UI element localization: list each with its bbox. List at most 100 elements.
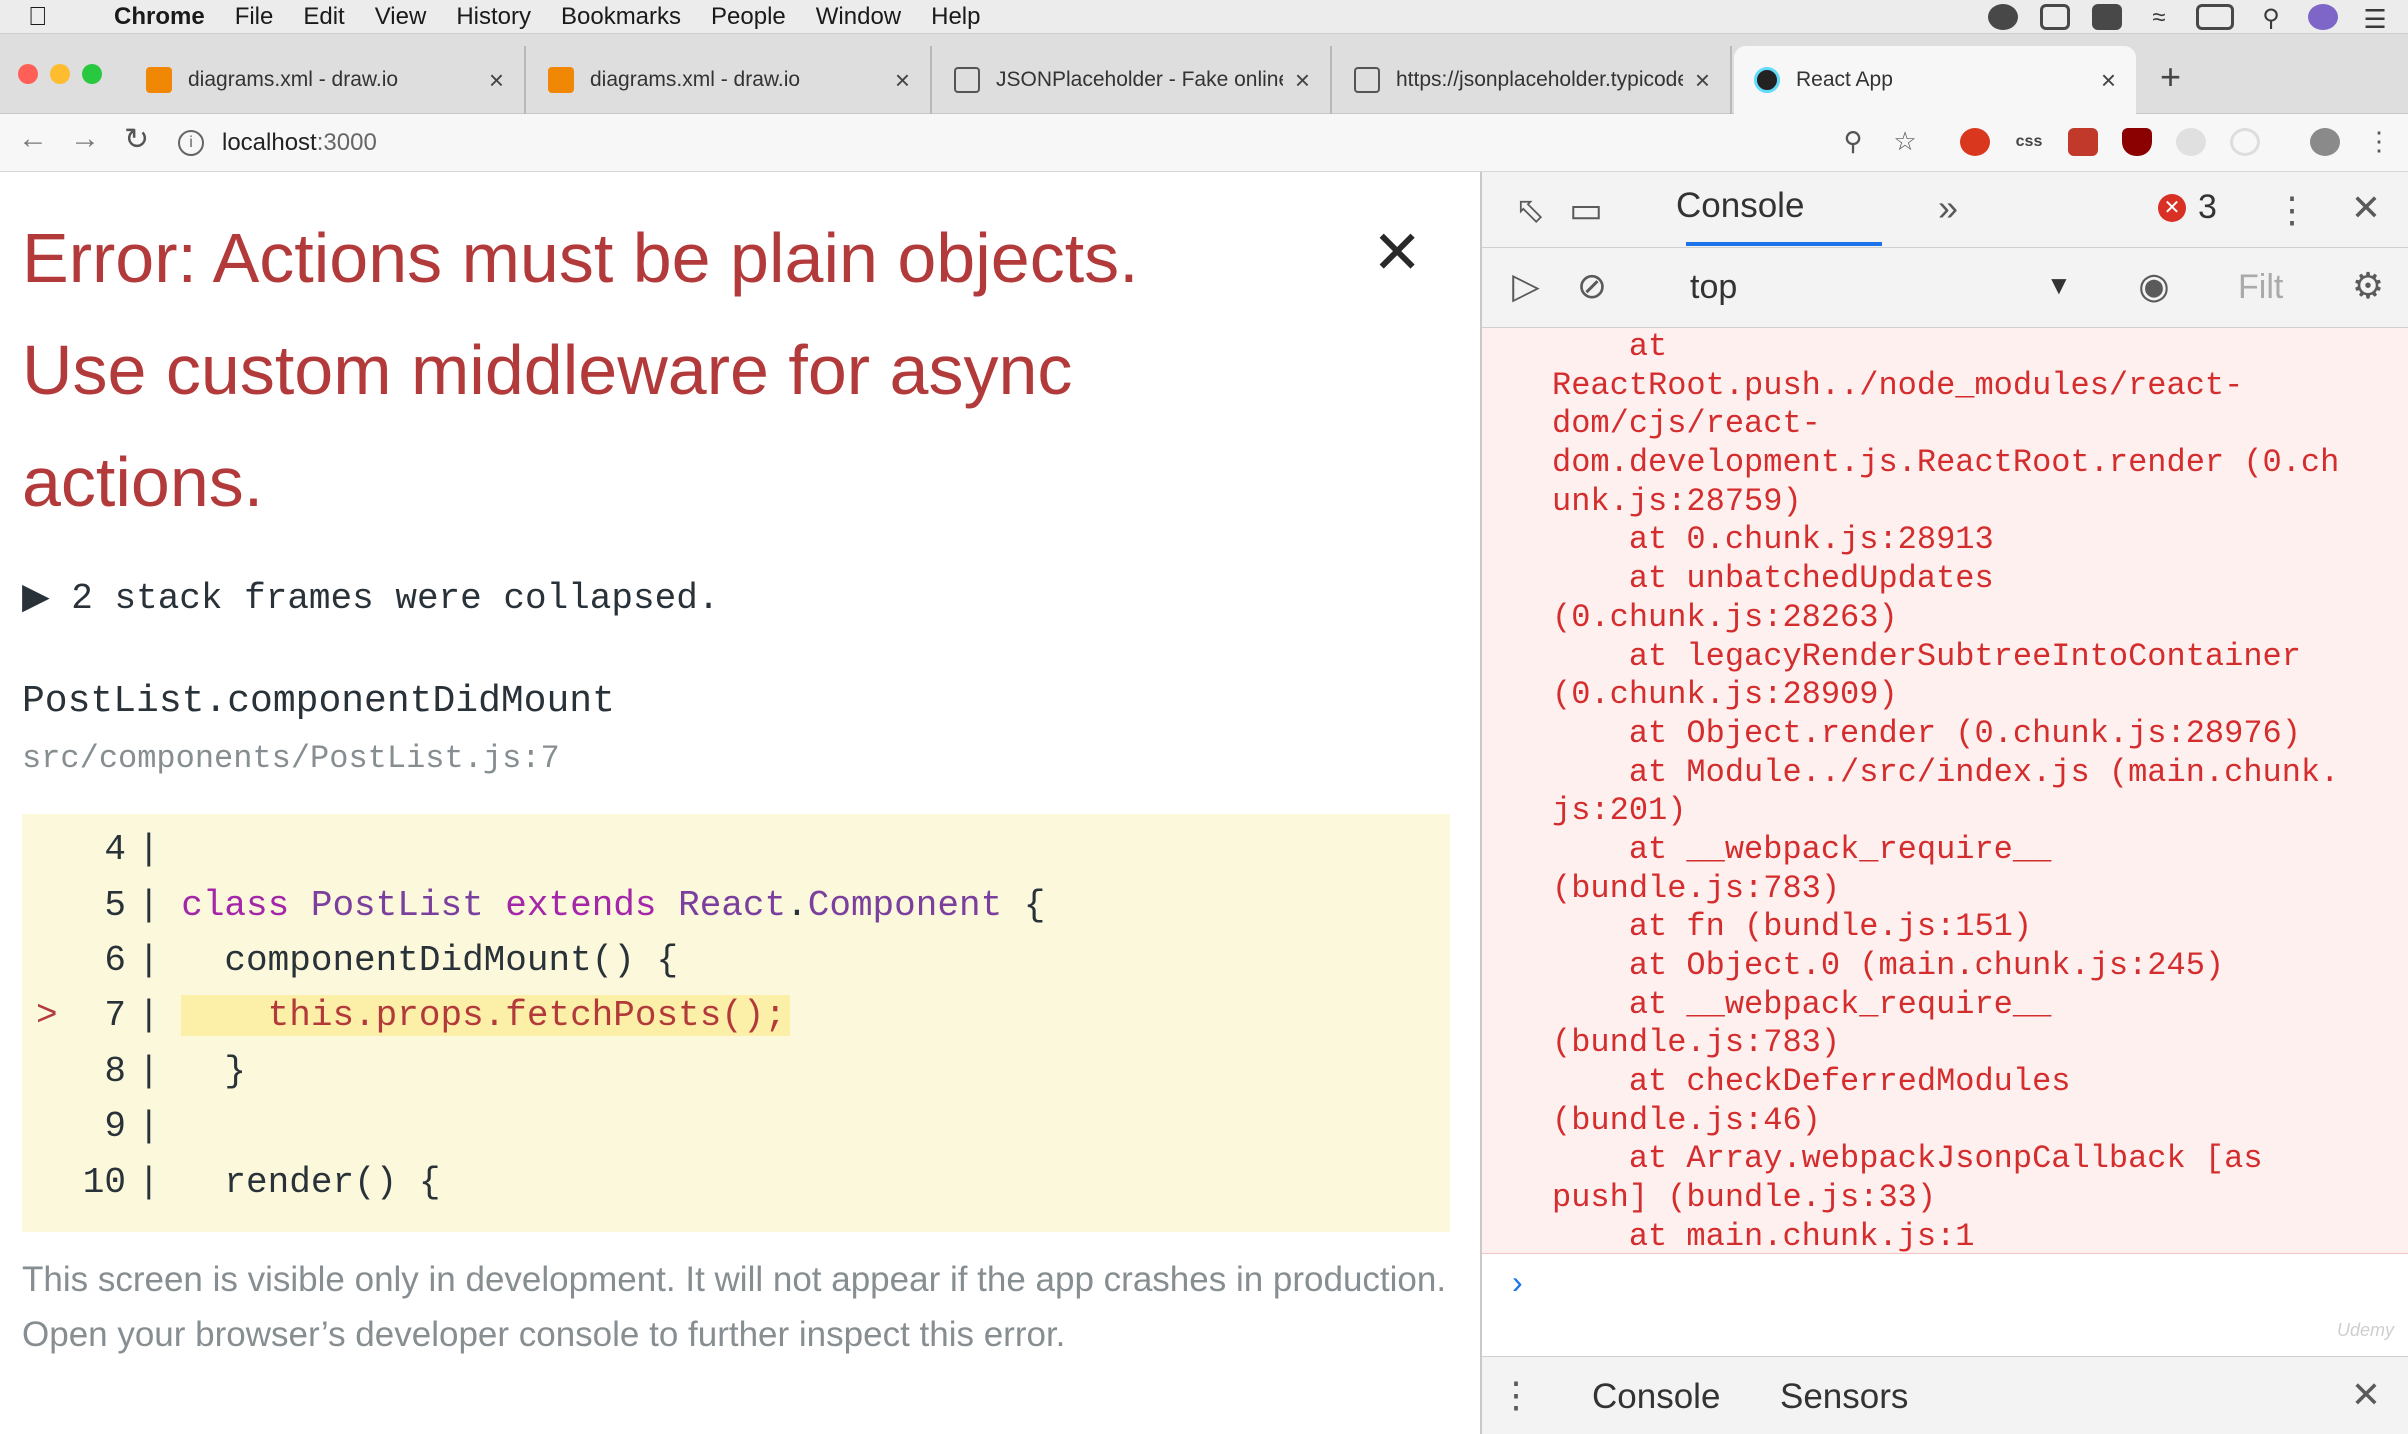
menu-window[interactable]: Window [816, 3, 901, 31]
tab-console[interactable]: Console [1676, 186, 1804, 226]
line-number: 8 [104, 1050, 126, 1092]
line-source: } [181, 1050, 247, 1092]
chrome-menu-icon[interactable]: ⋮ [2364, 126, 2394, 158]
wifi-icon[interactable]: ≈ [2144, 4, 2174, 31]
stack-line: at Array.webpackJsonpCallback [as [1552, 1140, 2263, 1178]
close-tab-icon[interactable]: × [1695, 65, 1710, 96]
close-tab-icon[interactable]: × [1295, 65, 1310, 96]
device-toolbar-icon[interactable]: ▭ [1564, 188, 1608, 232]
minimize-window-icon[interactable] [50, 64, 70, 84]
line-source: componentDidMount() { [181, 939, 679, 981]
code-line: 6 | componentDidMount() { [22, 933, 1450, 988]
stack-line: at main.chunk.js:1 [1552, 1217, 1975, 1254]
zoom-icon[interactable]: ⚲ [1838, 126, 1868, 158]
tab-title: React App [1796, 68, 1893, 91]
code-snippet: 4 | 5 | class PostList extends React.Compo… [22, 814, 1450, 1232]
close-tab-icon[interactable]: × [895, 65, 910, 96]
inspect-element-icon[interactable]: ⬁ [1508, 188, 1552, 232]
close-devtools-icon[interactable]: ✕ [2344, 186, 2388, 230]
more-tabs-icon[interactable]: » [1926, 186, 1970, 230]
siri-icon[interactable] [2308, 4, 2338, 30]
stack-file-link[interactable]: src/components/PostList.js:7 [22, 740, 560, 777]
stack-line: (0.chunk.js:28909) [1552, 676, 1898, 714]
menu-people[interactable]: People [711, 3, 786, 31]
context-selector[interactable]: top [1690, 268, 1737, 307]
spotlight-search-icon[interactable]: ⚲ [2256, 4, 2286, 32]
line-separator: | [138, 939, 182, 981]
menu-app-chrome[interactable]: Chrome [114, 3, 205, 31]
extension-icon[interactable] [2068, 128, 2098, 156]
live-expression-eye-icon[interactable]: ◉ [2132, 264, 2176, 308]
apple-icon[interactable]:  [28, 1, 70, 32]
react-icon [1754, 67, 1780, 93]
menu-view[interactable]: View [375, 3, 427, 31]
stack-line: (bundle.js:783) [1552, 869, 1841, 907]
clear-console-icon[interactable]: ⊘ [1570, 264, 1614, 308]
close-window-icon[interactable] [18, 64, 38, 84]
extension-icon[interactable] [2230, 128, 2260, 156]
drawer-tab-sensors[interactable]: Sensors [1780, 1377, 1908, 1417]
browser-toolbar: ← → ↻ i localhost:3000 ⚲ ☆ css ⋮ [0, 114, 2408, 172]
menu-history[interactable]: History [456, 3, 531, 31]
error-count-badge[interactable]: ✕ 3 [2158, 188, 2217, 227]
tab-react-app[interactable]: React App × [1734, 46, 2136, 114]
collapsed-frames-toggle[interactable]: ▶ 2 stack frames were collapsed. [22, 576, 719, 619]
menu-help[interactable]: Help [931, 3, 980, 31]
console-settings-gear-icon[interactable]: ⚙ [2346, 264, 2390, 308]
code-line: 9 | [22, 1099, 1450, 1154]
sidebar-toggle-icon[interactable]: ▷ [1504, 264, 1548, 308]
line-number: 5 [104, 884, 126, 926]
forward-icon[interactable]: → [70, 122, 100, 156]
creative-cloud-icon[interactable] [1988, 4, 2018, 30]
glasses-icon[interactable] [2040, 4, 2070, 30]
devtools-tabbar: ⬁ ▭ Console » ✕ 3 ⋮ ✕ [1482, 172, 2408, 248]
menu-bookmarks[interactable]: Bookmarks [561, 3, 681, 31]
tab-drawio-2[interactable]: diagrams.xml - draw.io × [528, 46, 932, 114]
tab-jsonplaceholder-url[interactable]: https://jsonplaceholder.typicode × [1334, 46, 1732, 114]
chevron-down-icon[interactable]: ▼ [2046, 270, 2072, 301]
css-extension-icon[interactable]: css [2014, 128, 2044, 156]
close-icon[interactable]: ✕ [1372, 218, 1422, 288]
close-drawer-icon[interactable]: ✕ [2344, 1373, 2388, 1417]
stack-line: at Module../src/index.js (main.chunk. [1552, 753, 2340, 791]
ublock-icon[interactable] [2122, 128, 2152, 156]
line-separator: | [138, 995, 182, 1037]
reload-icon[interactable]: ↻ [124, 122, 149, 157]
bookmark-star-icon[interactable]: ☆ [1890, 126, 1920, 158]
menu-edit[interactable]: Edit [303, 3, 344, 31]
devtools-menu-icon[interactable]: ⋮ [2270, 188, 2314, 232]
stack-line: (0.chunk.js:28263) [1552, 598, 1898, 636]
site-info-icon[interactable]: i [178, 130, 204, 156]
tab-title: JSONPlaceholder - Fake online [996, 68, 1283, 91]
stack-line: ReactRoot.push../node_modules/react- [1552, 366, 2244, 404]
profile-avatar[interactable] [2310, 128, 2340, 156]
tab-drawio-1[interactable]: diagrams.xml - draw.io × [126, 46, 526, 114]
battery-icon[interactable] [2196, 4, 2234, 30]
line-number: 7 [104, 995, 126, 1037]
line-source: render() { [181, 1161, 441, 1203]
address-port: :3000 [316, 129, 377, 156]
console-prompt-icon[interactable]: › [1512, 1264, 1523, 1301]
drawer-menu-icon[interactable]: ⋮ [1494, 1373, 1538, 1417]
stack-line: at __webpack_require__ [1552, 985, 2052, 1023]
extension-icon[interactable] [2176, 128, 2206, 156]
filter-input[interactable]: Filt [2238, 268, 2283, 307]
stack-line: dom/cjs/react- [1552, 405, 1821, 443]
line-separator: | [138, 829, 182, 871]
drawer-tab-console[interactable]: Console [1592, 1377, 1720, 1417]
console-output[interactable]: at ReactRoot.push../node_modules/react-do… [1482, 328, 2408, 1254]
docker-icon[interactable] [2092, 4, 2122, 30]
placeholder-icon [1354, 67, 1380, 93]
notification-center-icon[interactable]: ☰ [2360, 4, 2390, 34]
close-tab-icon[interactable]: × [489, 65, 504, 96]
tab-jsonplaceholder[interactable]: JSONPlaceholder - Fake online × [934, 46, 1332, 114]
address-bar[interactable]: i localhost:3000 [178, 124, 1908, 162]
active-tab-indicator [1686, 242, 1882, 246]
extension-icon[interactable] [1960, 128, 1990, 156]
menu-file[interactable]: File [235, 3, 274, 31]
stack-line: at Object.0 (main.chunk.js:245) [1552, 947, 2225, 984]
zoom-window-icon[interactable] [82, 64, 102, 84]
close-tab-icon[interactable]: × [2101, 65, 2116, 96]
back-icon[interactable]: ← [18, 122, 48, 156]
new-tab-button[interactable]: + [2160, 56, 2181, 98]
